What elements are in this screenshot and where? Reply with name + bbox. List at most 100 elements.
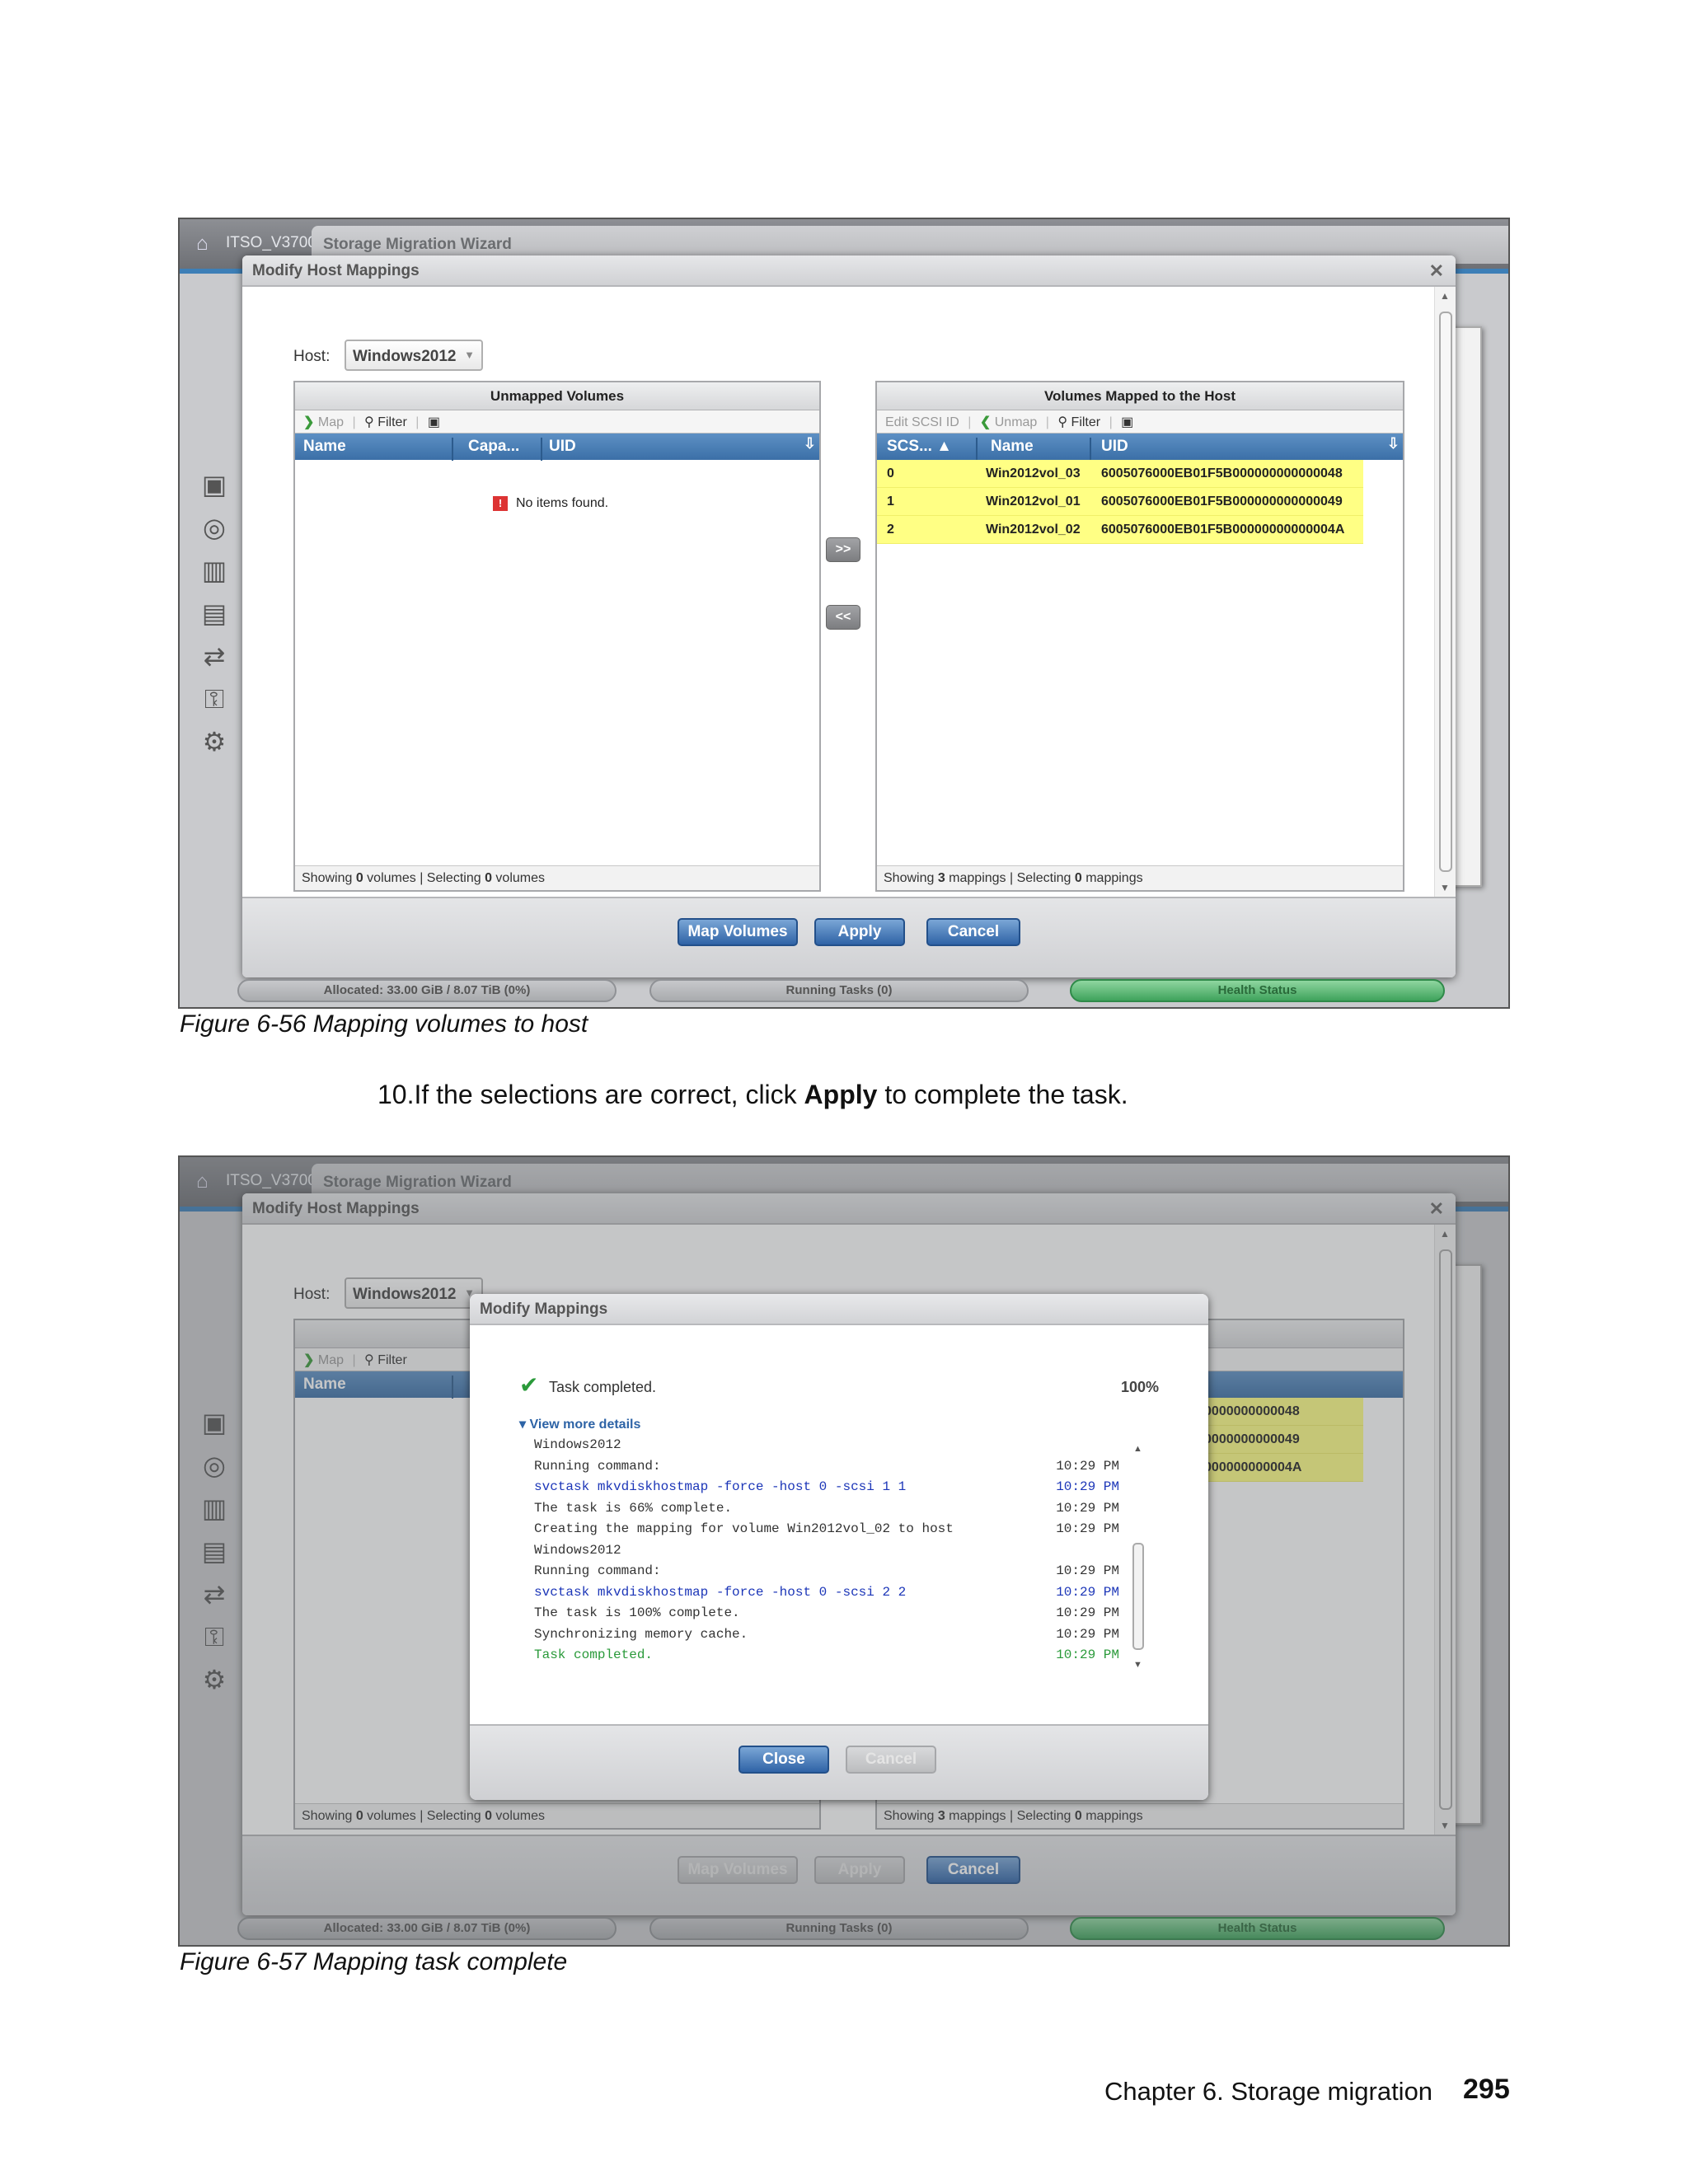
dialog-footer: Map Volumes Apply Cancel xyxy=(242,897,1456,977)
map-button[interactable]: Map xyxy=(318,415,344,429)
status-text: mappings | Selecting xyxy=(945,871,1075,885)
scroll-thumb[interactable] xyxy=(1132,1543,1144,1650)
hosts-icon[interactable]: ▤ xyxy=(196,595,232,631)
column-scsi-id[interactable]: SCS... ▲ xyxy=(887,438,978,461)
mapped-panel-title: Volumes Mapped to the Host xyxy=(877,382,1403,410)
apply-button[interactable]: Apply xyxy=(814,918,905,946)
status-text: mappings xyxy=(1081,871,1143,885)
cell-uid: 6005076000EB01F5B00000000000004A xyxy=(1101,523,1345,537)
mapped-table-row[interactable]: 2 Win2012vol_02 6005076000EB01F5B000000000… xyxy=(877,516,1363,544)
status-text: Showing xyxy=(302,871,356,885)
mapped-table-header: SCS... ▲ Name UID ⇩ xyxy=(877,434,1403,461)
status-text: volumes | Selecting xyxy=(363,871,485,885)
no-items-message: ! No items found. xyxy=(493,496,608,511)
log-time: 10:29 PM xyxy=(1056,1521,1119,1536)
log-line: svctask mkvdiskhostmap -force -host 0 -s… xyxy=(534,1585,1119,1600)
pools-icon[interactable]: ◎ xyxy=(196,509,232,546)
view-more-details-link[interactable]: ▾ View more details xyxy=(519,1416,640,1432)
column-uid[interactable]: UID xyxy=(1101,438,1348,461)
log-text: Windows2012 xyxy=(534,1542,621,1558)
scroll-down-icon[interactable]: ▼ xyxy=(1440,882,1450,893)
filter-button[interactable]: Filter xyxy=(377,415,407,429)
scroll-up-icon[interactable]: ▲ xyxy=(1440,290,1450,302)
filter-icon: ⚲ xyxy=(364,415,374,429)
task-progress: 100% xyxy=(1120,1379,1159,1395)
close-button[interactable]: Close xyxy=(738,1746,829,1774)
mapped-table-row[interactable]: 1 Win2012vol_01 6005076000EB01F5B000000000… xyxy=(877,488,1363,516)
cell-scsi: 1 xyxy=(887,494,894,509)
map-volumes-button[interactable]: Map Volumes xyxy=(678,918,798,946)
scroll-up-icon[interactable]: ▲ xyxy=(1133,1444,1142,1454)
log-text: svctask mkvdiskhostmap -force -host 0 -s… xyxy=(534,1479,907,1494)
export-icon[interactable]: ▣ xyxy=(428,415,440,429)
copy-services-icon[interactable]: ⇄ xyxy=(196,638,232,674)
log-text: Synchronizing memory cache. xyxy=(534,1626,748,1642)
unmapped-toolbar: ❯ Map | ⚲ Filter | ▣ xyxy=(295,410,819,434)
system-name: ITSO_V3700 xyxy=(226,234,316,251)
column-chooser-icon[interactable]: ⇩ xyxy=(1387,435,1400,458)
step-text: to complete the task. xyxy=(877,1080,1128,1109)
cell-uid: 6005076000EB01F5B000000000000049 xyxy=(1101,494,1343,509)
log-time: 10:29 PM xyxy=(1056,1626,1119,1642)
mapped-table-row[interactable]: 0 Win2012vol_03 6005076000EB01F5B000000000… xyxy=(877,460,1363,488)
mapped-volumes-panel: Volumes Mapped to the Host Edit SCSI ID … xyxy=(875,381,1404,892)
dialog-close-icon[interactable]: ✕ xyxy=(1429,260,1444,282)
log-line: svctask mkvdiskhostmap -force -host 0 -s… xyxy=(534,1479,1119,1494)
nav-sidebar: ▣ ◎ ▥ ▤ ⇄ ⚿ ⚙ xyxy=(190,466,239,766)
no-items-text: No items found. xyxy=(516,496,609,511)
health-status[interactable]: Health Status xyxy=(1070,979,1445,1002)
move-left-button[interactable]: << xyxy=(826,605,860,630)
mapped-toolbar: Edit SCSI ID | ❮ Unmap | ⚲ Filter | ▣ xyxy=(877,410,1403,434)
dialog-scrollbar[interactable]: ▲ ▼ xyxy=(1434,287,1456,897)
edit-scsi-id-button[interactable]: Edit SCSI ID xyxy=(885,415,959,429)
monitoring-icon[interactable]: ▣ xyxy=(196,466,232,503)
access-icon[interactable]: ⚿ xyxy=(196,681,232,717)
scroll-thumb[interactable] xyxy=(1439,312,1452,872)
modal-header: Modify Mappings xyxy=(470,1294,1208,1325)
volumes-icon[interactable]: ▥ xyxy=(196,552,232,588)
settings-icon[interactable]: ⚙ xyxy=(196,724,232,760)
task-log: Windows2012 Running command: 10:29 PM svcta… xyxy=(534,1437,1119,1660)
dialog-title: Modify Host Mappings xyxy=(252,262,420,279)
move-right-button[interactable]: >> xyxy=(826,537,860,562)
home-icon[interactable]: ⌂ xyxy=(196,232,209,255)
log-scrollbar[interactable]: ▲ ▼ xyxy=(1131,1444,1146,1675)
column-capacity[interactable]: Capa... xyxy=(462,438,542,461)
cell-name: Win2012vol_02 xyxy=(986,523,1081,537)
filter-button[interactable]: Filter xyxy=(1071,415,1101,429)
mapped-status: Showing 3 mappings | Selecting 0 mapping… xyxy=(877,865,1403,890)
cell-uid: 6005076000EB01F5B000000000000048 xyxy=(1101,466,1343,480)
column-uid[interactable]: UID xyxy=(549,438,803,461)
checkmark-icon: ✔ xyxy=(519,1372,539,1398)
column-name[interactable]: Name xyxy=(986,438,1091,461)
export-icon[interactable]: ▣ xyxy=(1121,415,1133,429)
log-time: 10:29 PM xyxy=(1056,1647,1119,1660)
log-text: The task is 66% complete. xyxy=(534,1500,733,1516)
cell-name: Win2012vol_03 xyxy=(986,466,1081,480)
screenshot-task-complete: ⌂ ITSO_V3700 ? ▣ ◎ ▥ ▤ ⇄ ⚿ ⚙ Storage Mig… xyxy=(178,1155,1510,1947)
status-selected: 0 xyxy=(1074,871,1082,885)
status-bar: Allocated: 33.00 GiB / 8.07 TiB (0%) Run… xyxy=(237,976,1490,1004)
unmapped-table-header: Name Capa... UID ⇩ xyxy=(295,434,819,461)
step-text: 10.If the selections are correct, click xyxy=(377,1080,804,1109)
dialog-header: Modify Host Mappings ✕ xyxy=(242,255,1456,287)
log-text: Creating the mapping for volume Win2012v… xyxy=(534,1521,954,1536)
modal-footer: Close Cancel xyxy=(470,1724,1208,1800)
modal-title: Modify Mappings xyxy=(480,1301,608,1318)
host-select-value: Windows2012 xyxy=(353,348,457,365)
scroll-down-icon[interactable]: ▼ xyxy=(1133,1660,1142,1670)
figure-caption-2: Figure 6-57 Mapping task complete xyxy=(180,1948,568,1975)
cancel-button[interactable]: Cancel xyxy=(926,918,1020,946)
column-name[interactable]: Name xyxy=(303,438,453,461)
column-chooser-icon[interactable]: ⇩ xyxy=(804,435,816,458)
wizard-title: Storage Migration Wizard xyxy=(323,236,512,253)
unmap-button[interactable]: Unmap xyxy=(995,415,1038,429)
dialog-body: Host: Windows2012 ▼ Unmapped Volumes ❯ M… xyxy=(242,287,1434,897)
host-select[interactable]: Windows2012 ▼ xyxy=(345,340,483,371)
allocated-status[interactable]: Allocated: 33.00 GiB / 8.07 TiB (0%) xyxy=(237,979,617,1002)
figure-caption-1: Figure 6-56 Mapping volumes to host xyxy=(180,1010,588,1038)
screenshot-mapping-volumes: ⌂ ITSO_V3700 ? ▣ ◎ ▥ ▤ ⇄ ⚿ ⚙ Storage Mig… xyxy=(178,218,1510,1009)
log-time: 10:29 PM xyxy=(1056,1500,1119,1516)
running-tasks-status[interactable]: Running Tasks (0) xyxy=(649,979,1029,1002)
host-label: Host: xyxy=(293,348,331,365)
